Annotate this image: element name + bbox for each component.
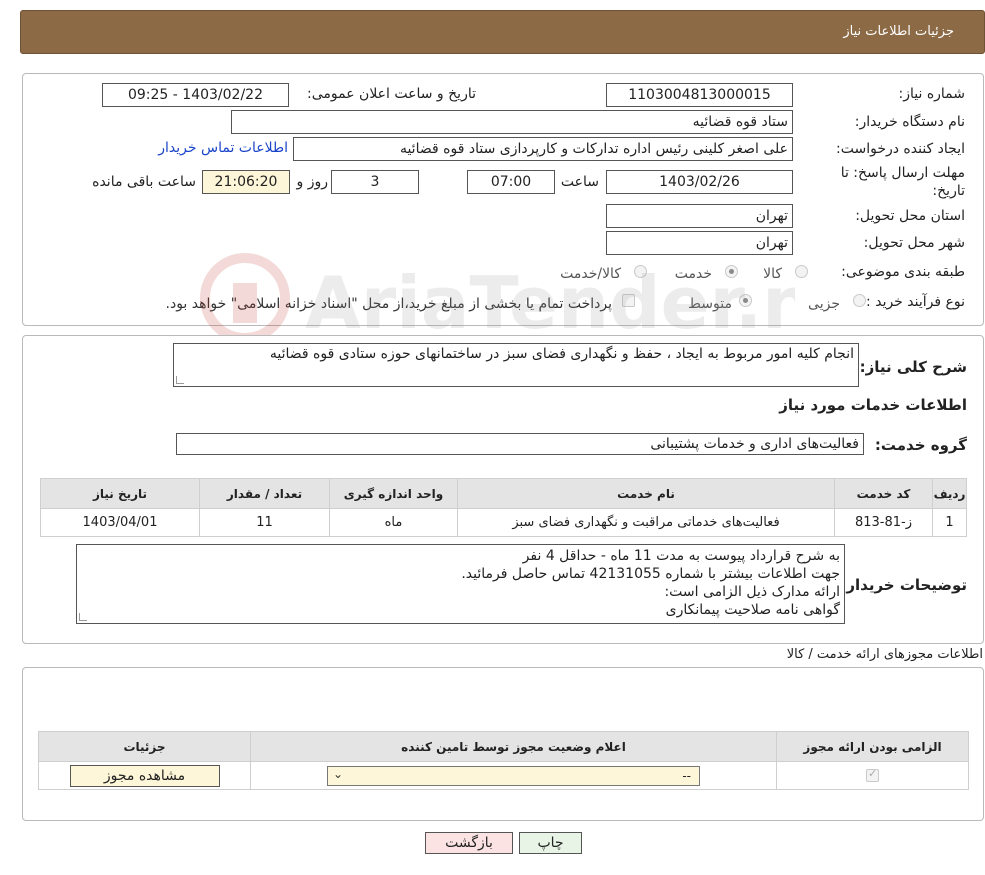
remaining-time-field: 21:06:20: [202, 170, 290, 194]
back-button[interactable]: بازگشت: [425, 832, 513, 854]
process-label: نوع فرآیند خرید :: [866, 294, 965, 310]
announce-field: 1403/02/22 - 09:25: [102, 83, 289, 107]
table-row: 1 ز-81-813 فعالیت‌های خدماتی مراقبت و نگ…: [40, 508, 967, 537]
buyer-note-line: جهت اطلاعات بیشتر با شماره 42131055 تماس…: [461, 566, 840, 582]
buyer-note-line: گواهی نامه صلاحیت پیمانکاری: [665, 602, 840, 618]
col-permit-status: اعلام وضعیت مجوز توسط تامین کننده: [250, 731, 777, 762]
col-permit-details: جزئیات: [38, 731, 251, 762]
buyer-org-label: نام دستگاه خریدار:: [854, 114, 965, 130]
permits-heading: اطلاعات مجوزهای ارائه خدمت / کالا: [786, 647, 983, 662]
permit-status-value: --: [682, 768, 691, 783]
announce-label: تاریخ و ساعت اعلان عمومی:: [307, 86, 476, 102]
col-unit: واحد اندازه گیری: [329, 478, 458, 509]
cell-need-date: 1403/04/01: [40, 508, 200, 537]
cell-permit-required: ✓: [776, 761, 969, 790]
page-header: جزئیات اطلاعات نیاز: [20, 10, 985, 54]
cell-permit-details: مشاهده مجوز: [38, 761, 251, 790]
category-option-goods: کالا: [763, 266, 782, 282]
category-radio-goods-service[interactable]: [634, 265, 647, 278]
col-quantity: تعداد / مقدار: [199, 478, 330, 509]
permit-required-checkbox: ✓: [866, 767, 879, 782]
process-option-medium: متوسط: [688, 296, 732, 312]
deadline-time-label: ساعت: [560, 174, 599, 190]
category-radio-service[interactable]: [725, 265, 738, 278]
province-label: استان محل تحویل:: [855, 208, 965, 224]
creator-label: ایجاد کننده درخواست:: [836, 141, 965, 157]
payment-note: پرداخت تمام یا بخشی از مبلغ خرید،از محل …: [165, 296, 612, 312]
page-title: جزئیات اطلاعات نیاز: [843, 24, 954, 39]
col-service-name: نام خدمت: [457, 478, 835, 509]
view-permit-button[interactable]: مشاهده مجوز: [69, 764, 220, 787]
city-field: تهران: [606, 231, 793, 255]
contact-buyer-link[interactable]: اطلاعات تماس خریدار: [158, 140, 288, 156]
deadline-label: مهلت ارسال پاسخ: تا: [840, 165, 965, 181]
buyer-note-line: ارائه مدارک ذیل الزامی است:: [664, 584, 840, 600]
service-group-label: گروه خدمت:: [874, 436, 967, 454]
process-radio-medium[interactable]: [739, 294, 752, 307]
print-button[interactable]: چاپ: [519, 832, 582, 854]
province-field: تهران: [606, 204, 793, 228]
permit-status-select[interactable]: ⌄ --: [327, 765, 700, 786]
creator-field: علی اصغر کلینی رئیس اداره تدارکات و کارپ…: [293, 137, 793, 161]
need-number-label: شماره نیاز:: [898, 86, 966, 102]
city-label: شهر محل تحویل:: [863, 235, 965, 251]
services-table-header: ردیف کد خدمت نام خدمت واحد اندازه گیری ت…: [40, 478, 967, 509]
payment-checkbox[interactable]: [622, 294, 635, 307]
category-label: طبقه بندی موضوعی:: [841, 264, 965, 280]
cell-service-code: ز-81-813: [834, 508, 933, 537]
need-number-field: 1103004813000015: [606, 83, 793, 107]
process-option-minor: جزیی: [808, 296, 840, 312]
col-permit-required: الزامی بودن ارائه مجوز: [776, 731, 969, 762]
table-row: ✓ ⌄ -- مشاهده مجوز: [38, 761, 969, 790]
deadline-label-2: تاریخ:: [932, 183, 965, 199]
deadline-date-field: 1403/02/26: [606, 170, 793, 194]
services-heading: اطلاعات خدمات مورد نیاز: [779, 396, 967, 414]
buyer-notes-label: توضیحات خریدار:: [840, 576, 967, 594]
col-row: ردیف: [932, 478, 967, 509]
description-label: شرح کلی نیاز:: [859, 358, 967, 376]
buyer-org-field: ستاد قوه قضائیه: [231, 110, 793, 134]
category-option-goods-service: کالا/خدمت: [560, 266, 621, 282]
description-text: انجام کلیه امور مربوط به ایجاد ، حفظ و ن…: [269, 346, 854, 362]
permits-table-header: الزامی بودن ارائه مجوز اعلام وضعیت مجوز …: [38, 731, 969, 762]
category-option-service: خدمت: [674, 266, 712, 282]
category-radio-goods[interactable]: [795, 265, 808, 278]
col-need-date: تاریخ نیاز: [40, 478, 200, 509]
cell-permit-status: ⌄ --: [250, 761, 777, 790]
buyer-note-line: به شرح قرارداد پیوست به مدت 11 ماه - حدا…: [522, 548, 840, 564]
chevron-down-icon: ⌄: [333, 766, 344, 781]
resize-handle-icon[interactable]: [176, 376, 184, 384]
cell-row: 1: [932, 508, 967, 537]
permits-table: الزامی بودن ارائه مجوز اعلام وضعیت مجوز …: [38, 731, 969, 790]
buyer-notes-textarea[interactable]: به شرح قرارداد پیوست به مدت 11 ماه - حدا…: [76, 544, 845, 624]
days-field: 3: [331, 170, 419, 194]
services-table: ردیف کد خدمت نام خدمت واحد اندازه گیری ت…: [40, 478, 967, 537]
resize-handle-icon[interactable]: [79, 613, 87, 621]
remaining-label: ساعت باقی مانده: [92, 174, 196, 190]
deadline-time-field: 07:00: [467, 170, 555, 194]
description-textarea[interactable]: انجام کلیه امور مربوط به ایجاد ، حفظ و ن…: [173, 343, 859, 387]
cell-unit: ماه: [329, 508, 458, 537]
service-group-field: فعالیت‌های اداری و خدمات پشتیبانی: [176, 433, 864, 455]
col-service-code: کد خدمت: [834, 478, 933, 509]
cell-quantity: 11: [199, 508, 330, 537]
days-label: روز و: [296, 174, 329, 190]
cell-service-name: فعالیت‌های خدماتی مراقبت و نگهداری فضای …: [457, 508, 835, 537]
process-radio-minor[interactable]: [853, 294, 866, 307]
